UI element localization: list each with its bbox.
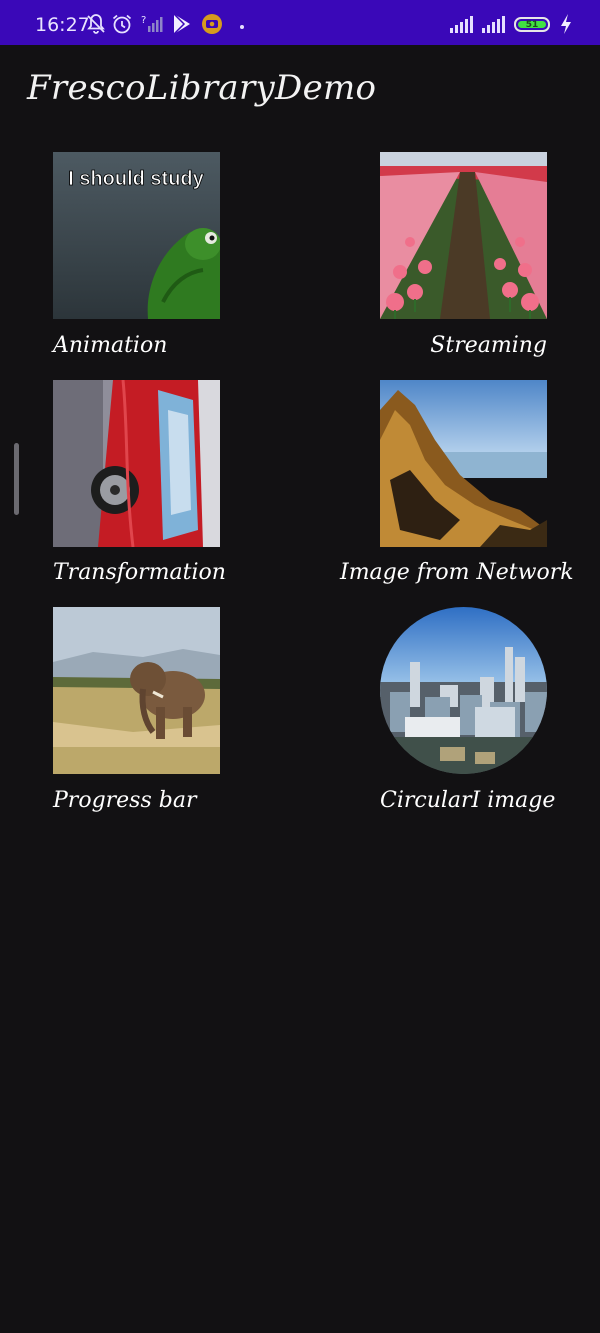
alarm-icon	[110, 12, 134, 36]
circular-image-label[interactable]: CircularI image	[380, 788, 555, 813]
sim1-signal-icon	[446, 12, 476, 36]
battery-icon: 51	[514, 17, 550, 32]
no-data-signal-icon: ?	[140, 12, 164, 36]
charging-icon	[558, 12, 574, 36]
network-image[interactable]	[380, 380, 547, 547]
scrollbar[interactable]	[14, 443, 19, 515]
progress-bar-image[interactable]	[53, 607, 220, 774]
transformation-image[interactable]	[53, 380, 220, 547]
status-bar: 16:27 ? 51	[0, 0, 600, 45]
dot-icon	[230, 12, 254, 36]
circular-image[interactable]	[380, 607, 547, 774]
animation-image[interactable]: I should study	[53, 152, 220, 319]
animation-label[interactable]: Animation	[53, 333, 167, 358]
network-label[interactable]: Image from Network	[340, 560, 574, 585]
sim2-signal-icon	[480, 12, 510, 36]
status-time: 16:27	[35, 14, 90, 36]
streaming-image[interactable]	[380, 152, 547, 319]
transformation-label[interactable]: Transformation	[53, 560, 226, 585]
svg-text:?: ?	[141, 15, 146, 26]
play-store-icon	[170, 12, 194, 36]
media-record-icon	[200, 12, 224, 36]
progress-bar-label[interactable]: Progress bar	[53, 788, 196, 813]
battery-level: 51	[525, 19, 539, 30]
app-title: FrescoLibraryDemo	[27, 68, 377, 108]
notifications-off-icon	[84, 12, 108, 36]
animation-image-caption: I should study	[68, 168, 204, 190]
streaming-label[interactable]: Streaming	[380, 333, 547, 358]
